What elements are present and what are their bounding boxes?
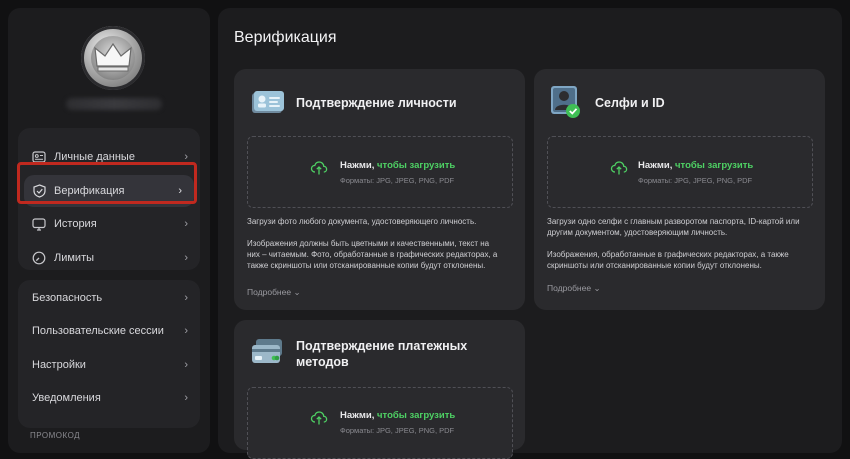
sidebar-item-label: Уведомления <box>32 392 101 404</box>
upload-link[interactable]: чтобы загрузить <box>675 160 753 171</box>
chevron-right-icon: › <box>184 359 188 371</box>
identity-upload-dropzone[interactable]: Нажми, чтобы загрузить Форматы: JPG, JPE… <box>247 136 513 208</box>
chevron-right-icon: › <box>184 252 188 264</box>
chevron-right-icon: › <box>178 185 182 197</box>
sidebar-item-personal-data[interactable]: Личные данные › <box>18 141 200 173</box>
cloud-upload-icon <box>610 160 628 181</box>
sidebar-item-verification[interactable]: Верификация › <box>24 175 194 207</box>
sidebar-item-user-sessions[interactable]: Пользовательские сессии › <box>18 315 200 347</box>
sidebar-item-history[interactable]: История › <box>18 208 200 240</box>
card-title: Селфи и ID <box>595 96 665 110</box>
crown-icon <box>94 42 132 72</box>
sidebar: Личные данные › Верификация › История › … <box>8 8 210 453</box>
promo-code-label: ПРОМОКОД <box>30 431 81 440</box>
card-title-line: методов <box>296 355 349 369</box>
description-line: них – читаемым. Фото, обработанные в гра… <box>247 250 498 259</box>
sidebar-item-label: Личные данные <box>54 151 135 163</box>
description-line: Изображения, обработанные в графических … <box>547 250 789 259</box>
identity-more-link[interactable]: Подробнее ⌄ <box>247 287 301 298</box>
sidebar-item-label: Пользовательские сессии <box>32 325 164 337</box>
gauge-icon <box>32 251 46 265</box>
sidebar-item-label: Настройки <box>32 359 86 371</box>
page-title: Верификация <box>234 29 337 46</box>
sidebar-group-settings: Безопасность › Пользовательские сессии ›… <box>18 280 200 428</box>
chevron-down-icon: ⌄ <box>293 287 301 297</box>
sidebar-item-notifications[interactable]: Уведомления › <box>18 382 200 414</box>
shield-icon <box>32 184 46 198</box>
payment-cards-icon <box>250 337 286 372</box>
chevron-down-icon: ⌄ <box>593 283 601 293</box>
sidebar-item-label: Лимиты <box>54 252 95 264</box>
username-blurred <box>66 98 162 110</box>
sidebar-item-limits[interactable]: Лимиты › <box>18 242 200 274</box>
chevron-right-icon: › <box>184 325 188 337</box>
identity-description: Загрузи фото любого документа, удостовер… <box>247 216 497 271</box>
description-line: другим документом, удостоверяющим личнос… <box>547 228 728 237</box>
selfie-more-link[interactable]: Подробнее ⌄ <box>547 283 601 294</box>
cloud-upload-icon <box>310 410 328 431</box>
sidebar-item-label: История <box>54 218 97 230</box>
upload-formats: Форматы: JPG, JPEG, PNG, PDF <box>638 176 753 185</box>
description-line: Загрузи одно селфи с главным разворотом … <box>547 217 800 226</box>
chevron-right-icon: › <box>184 218 188 230</box>
sidebar-group-account: Личные данные › Верификация › История › … <box>18 128 200 270</box>
sidebar-item-settings[interactable]: Настройки › <box>18 349 200 381</box>
upload-prompt: Нажми, чтобы загрузить <box>638 160 754 171</box>
upload-link[interactable]: чтобы загрузить <box>377 410 455 421</box>
selfie-id-icon <box>549 84 583 125</box>
upload-prompt: Нажми, чтобы загрузить <box>340 410 456 421</box>
id-card-icon <box>32 150 46 164</box>
sidebar-item-label: Верификация <box>54 185 125 197</box>
description-line: скриншоты или отсканированные копии буду… <box>547 261 762 270</box>
cloud-upload-icon <box>310 160 328 181</box>
description-line: Загрузи фото любого документа, удостовер… <box>247 217 477 226</box>
avatar[interactable] <box>81 26 145 90</box>
payment-upload-dropzone[interactable]: Нажми, чтобы загрузить Форматы: JPG, JPE… <box>247 387 513 459</box>
selfie-description: Загрузи одно селфи с главным разворотом … <box>547 216 800 271</box>
monitor-icon <box>32 217 46 231</box>
id-document-icon <box>250 88 286 121</box>
card-title-line: Подтверждение платежных <box>296 339 468 353</box>
chevron-right-icon: › <box>184 151 188 163</box>
description-line: Изображения должны быть цветными и качес… <box>247 239 490 248</box>
card-title: Подтверждение платежных методов <box>296 338 467 370</box>
selfie-upload-dropzone[interactable]: Нажми, чтобы загрузить Форматы: JPG, JPE… <box>547 136 813 208</box>
chevron-right-icon: › <box>184 392 188 404</box>
upload-formats: Форматы: JPG, JPEG, PNG, PDF <box>340 426 455 435</box>
sidebar-item-security[interactable]: Безопасность › <box>18 282 200 314</box>
upload-formats: Форматы: JPG, JPEG, PNG, PDF <box>340 176 455 185</box>
description-line: также скриншоты или отсканированные копи… <box>247 261 486 270</box>
card-title: Подтверждение личности <box>296 96 457 110</box>
chevron-right-icon: › <box>184 292 188 304</box>
sidebar-item-label: Безопасность <box>32 292 103 304</box>
upload-prompt: Нажми, чтобы загрузить <box>340 160 456 171</box>
upload-link[interactable]: чтобы загрузить <box>377 160 455 171</box>
